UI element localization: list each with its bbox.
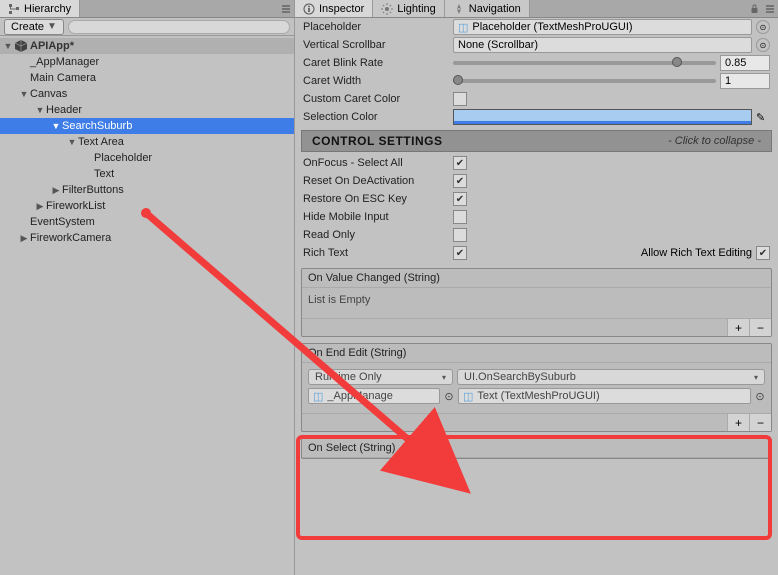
inspector-tab[interactable]: Inspector: [295, 0, 373, 17]
object-picker-icon[interactable]: ⊙: [444, 388, 454, 404]
event-onendedit: On End Edit (String) Runtime Only UI.OnS…: [301, 343, 772, 432]
hierarchy-item-eventsystem[interactable]: EventSystem: [0, 214, 294, 230]
resetdeact-label: Reset On DeActivation: [303, 175, 453, 187]
object-picker-icon[interactable]: ⊙: [756, 20, 770, 34]
blinkrate-field[interactable]: [720, 55, 770, 71]
allowrte-checkbox[interactable]: ✔: [756, 246, 770, 260]
info-icon: [303, 3, 315, 15]
add-listener-button[interactable]: +: [727, 414, 749, 431]
unity-icon: [14, 39, 28, 53]
event-empty-text: List is Empty: [308, 294, 370, 306]
hierarchy-search[interactable]: [68, 20, 290, 34]
prop-caretwidth-label: Caret Width: [303, 75, 453, 87]
hierarchy-item-searchsuburb[interactable]: ▼SearchSuburb: [0, 118, 294, 134]
panel-menu-icon[interactable]: [762, 0, 778, 17]
scene-row[interactable]: ▼ APIApp*: [0, 38, 294, 54]
event-title: On Select (String): [302, 439, 771, 458]
richtext-checkbox[interactable]: ✔: [453, 246, 467, 260]
hierarchy-item-placeholder[interactable]: Placeholder: [0, 150, 294, 166]
restoreesc-label: Restore On ESC Key: [303, 193, 453, 205]
eyedropper-icon[interactable]: ✎: [756, 111, 770, 124]
foldout-icon[interactable]: ▼: [34, 104, 46, 116]
foldout-icon[interactable]: ▼: [18, 88, 30, 100]
prop-selcolor-label: Selection Color: [303, 111, 453, 123]
caretwidth-slider[interactable]: [453, 79, 716, 83]
hierarchy-tab[interactable]: Hierarchy: [0, 0, 80, 17]
listener-arg-field[interactable]: ◫Text (TextMeshProUGUI): [458, 388, 751, 404]
control-settings-title: CONTROL SETTINGS: [312, 134, 442, 148]
readonly-checkbox[interactable]: [453, 228, 467, 242]
runtime-dropdown[interactable]: Runtime Only: [308, 369, 453, 385]
hierarchy-item-header[interactable]: ▼Header: [0, 102, 294, 118]
hierarchy-item-canvas[interactable]: ▼Canvas: [0, 86, 294, 102]
hierarchy-item-text[interactable]: Text: [0, 166, 294, 182]
blinkrate-slider[interactable]: [453, 61, 716, 65]
vscroll-object-field[interactable]: None (Scrollbar): [453, 37, 752, 53]
caretwidth-field[interactable]: [720, 73, 770, 89]
listener-target-field[interactable]: ◫_AppManage: [308, 388, 440, 404]
hierarchy-item-textarea[interactable]: ▼Text Area: [0, 134, 294, 150]
hierarchy-item-fireworklist[interactable]: ▶FireworkList: [0, 198, 294, 214]
event-onselect: On Select (String): [301, 438, 772, 459]
foldout-icon[interactable]: ▼: [66, 136, 78, 148]
event-onvaluechanged: On Value Changed (String) List is Empty …: [301, 268, 772, 337]
foldout-icon[interactable]: ▶: [50, 184, 62, 196]
hierarchy-item-fireworkcamera[interactable]: ▶FireworkCamera: [0, 230, 294, 246]
create-label: Create: [11, 21, 44, 33]
hierarchy-item-maincamera[interactable]: Main Camera: [0, 70, 294, 86]
allowrte-label: Allow Rich Text Editing: [641, 247, 752, 259]
control-settings-header[interactable]: CONTROL SETTINGS - Click to collapse -: [301, 130, 772, 152]
hierarchy-icon: [8, 3, 20, 15]
scene-name: APIApp*: [30, 40, 74, 52]
foldout-icon[interactable]: ▼: [50, 120, 62, 132]
selection-color-swatch[interactable]: [453, 109, 752, 125]
remove-listener-button[interactable]: −: [749, 319, 771, 336]
onfocus-checkbox[interactable]: ✔: [453, 156, 467, 170]
object-picker-icon[interactable]: ⊙: [755, 388, 765, 404]
prop-blinkrate-label: Caret Blink Rate: [303, 57, 453, 69]
function-dropdown[interactable]: UI.OnSearchBySuburb: [457, 369, 765, 385]
navigation-tab[interactable]: Navigation: [445, 0, 530, 17]
foldout-icon[interactable]: ▶: [18, 232, 30, 244]
prop-placeholder-label: Placeholder: [303, 21, 453, 33]
control-settings-hint: - Click to collapse -: [668, 135, 761, 147]
panel-menu-icon[interactable]: [278, 0, 294, 17]
add-listener-button[interactable]: +: [727, 319, 749, 336]
create-button[interactable]: Create ▼: [4, 19, 64, 35]
onfocus-label: OnFocus - Select All: [303, 157, 453, 169]
foldout-icon[interactable]: ▼: [2, 40, 14, 52]
hidemobile-label: Hide Mobile Input: [303, 211, 453, 223]
richtext-label: Rich Text: [303, 247, 453, 259]
event-title: On Value Changed (String): [302, 269, 771, 288]
hierarchy-item-filterbuttons[interactable]: ▶FilterButtons: [0, 182, 294, 198]
resetdeact-checkbox[interactable]: ✔: [453, 174, 467, 188]
lock-icon[interactable]: [746, 0, 762, 17]
hierarchy-item-appmanager[interactable]: _AppManager: [0, 54, 294, 70]
foldout-icon[interactable]: ▶: [34, 200, 46, 212]
remove-listener-button[interactable]: −: [749, 414, 771, 431]
placeholder-object-field[interactable]: ◫Placeholder (TextMeshProUGUI): [453, 19, 752, 35]
hidemobile-checkbox[interactable]: [453, 210, 467, 224]
object-picker-icon[interactable]: ⊙: [756, 38, 770, 52]
hierarchy-tab-label: Hierarchy: [24, 3, 71, 15]
lighting-tab[interactable]: Lighting: [373, 0, 445, 17]
prop-vscroll-label: Vertical Scrollbar: [303, 39, 453, 51]
hierarchy-tree[interactable]: ▼ APIApp* _AppManager Main Camera ▼Canva…: [0, 36, 294, 575]
navigation-icon: [453, 3, 465, 15]
restoreesc-checkbox[interactable]: ✔: [453, 192, 467, 206]
readonly-label: Read Only: [303, 229, 453, 241]
customcaret-checkbox[interactable]: [453, 92, 467, 106]
event-title: On End Edit (String): [302, 344, 771, 363]
prop-customcaret-label: Custom Caret Color: [303, 93, 453, 105]
chevron-down-icon: ▼: [47, 21, 57, 32]
sun-icon: [381, 3, 393, 15]
